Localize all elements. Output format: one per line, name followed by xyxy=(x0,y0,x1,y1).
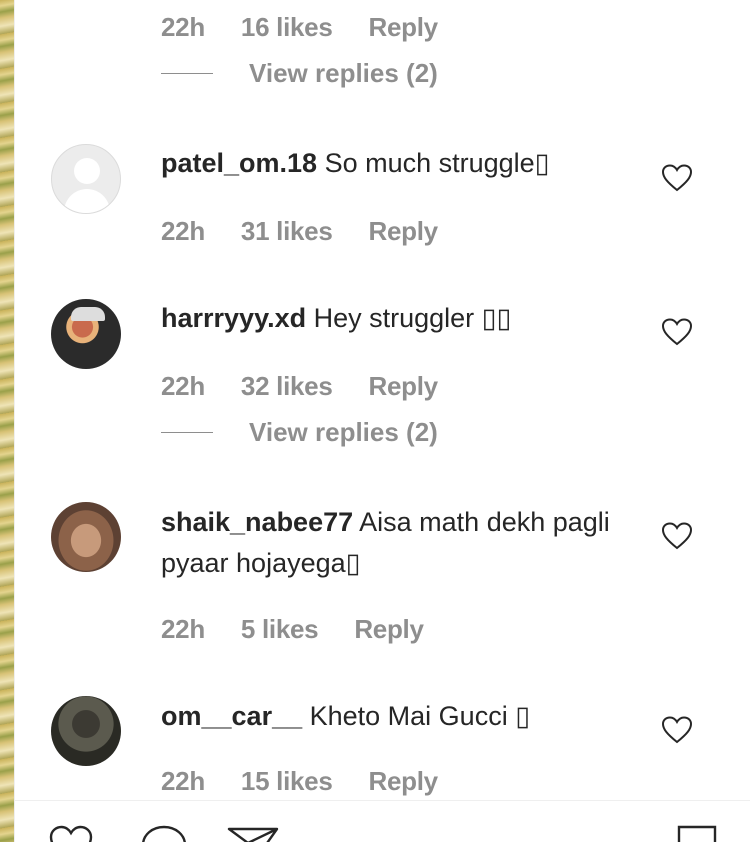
reply-button[interactable]: Reply xyxy=(368,216,438,247)
avatar[interactable] xyxy=(51,502,121,572)
share-icon[interactable] xyxy=(227,825,279,842)
comment-body: So much struggle▯ xyxy=(317,148,550,178)
heart-icon[interactable] xyxy=(662,164,692,192)
view-replies-button[interactable]: View replies (2) xyxy=(161,417,438,448)
comment-body: Kheto Mai Gucci ▯ xyxy=(302,701,531,731)
reply-button[interactable]: Reply xyxy=(354,614,424,645)
heart-icon[interactable] xyxy=(49,825,93,842)
comment-username[interactable]: om__car__ xyxy=(161,701,302,731)
comment-meta: 22h 16 likes Reply xyxy=(161,12,438,43)
comment-username[interactable]: harrryyy.xd xyxy=(161,303,306,333)
comment-icon[interactable] xyxy=(141,825,187,842)
replies-line xyxy=(161,432,213,433)
comment-time: 22h xyxy=(161,371,205,401)
comment-likes[interactable]: 5 likes xyxy=(241,614,319,645)
avatar[interactable] xyxy=(51,144,121,214)
avatar[interactable] xyxy=(51,696,121,766)
comment-meta: 22h 31 likes Reply xyxy=(161,216,438,247)
reply-button[interactable]: Reply xyxy=(368,371,438,402)
comment-time: 22h xyxy=(161,12,205,42)
avatar-body-shape xyxy=(64,189,110,213)
comments-list[interactable]: 22h 16 likes Reply View replies (2) pate… xyxy=(15,0,750,800)
comment-meta: 22h 5 likes Reply xyxy=(161,614,424,645)
comment-likes[interactable]: 16 likes xyxy=(241,12,333,43)
comment-text: harrryyy.xd Hey struggler ▯▯ xyxy=(161,298,611,339)
reply-button[interactable]: Reply xyxy=(368,12,438,43)
comment-username[interactable]: patel_om.18 xyxy=(161,148,317,178)
comment-time: 22h xyxy=(161,766,205,796)
post-image-edge xyxy=(0,0,14,842)
comment-body: Hey struggler ▯▯ xyxy=(306,303,512,333)
avatar[interactable] xyxy=(51,299,121,369)
comment-text: om__car__ Kheto Mai Gucci ▯ xyxy=(161,696,611,737)
view-replies-label: View replies (2) xyxy=(249,58,438,88)
comment-meta: 22h 15 likes Reply xyxy=(161,766,438,797)
post-action-bar xyxy=(15,800,750,842)
comment-time: 22h xyxy=(161,614,205,644)
replies-line xyxy=(161,73,213,74)
reply-button[interactable]: Reply xyxy=(368,766,438,797)
heart-icon[interactable] xyxy=(662,522,692,550)
avatar-head-shape xyxy=(74,158,100,184)
bookmark-icon[interactable] xyxy=(675,825,719,842)
comment-meta: 22h 32 likes Reply xyxy=(161,371,438,402)
heart-icon[interactable] xyxy=(662,318,692,346)
comment-likes[interactable]: 32 likes xyxy=(241,371,333,402)
comment-username[interactable]: shaik_nabee77 xyxy=(161,507,353,537)
comment-likes[interactable]: 31 likes xyxy=(241,216,333,247)
avatar-detail-shape xyxy=(71,307,105,321)
comment-text: shaik_nabee77 Aisa math dekh pagli pyaar… xyxy=(161,502,611,584)
comment-likes[interactable]: 15 likes xyxy=(241,766,333,797)
view-replies-label: View replies (2) xyxy=(249,417,438,447)
heart-icon[interactable] xyxy=(662,716,692,744)
instagram-post-comments: 22h 16 likes Reply View replies (2) pate… xyxy=(0,0,750,842)
view-replies-button[interactable]: View replies (2) xyxy=(161,58,438,89)
comment-text: patel_om.18 So much struggle▯ xyxy=(161,143,611,184)
comment-time: 22h xyxy=(161,216,205,246)
